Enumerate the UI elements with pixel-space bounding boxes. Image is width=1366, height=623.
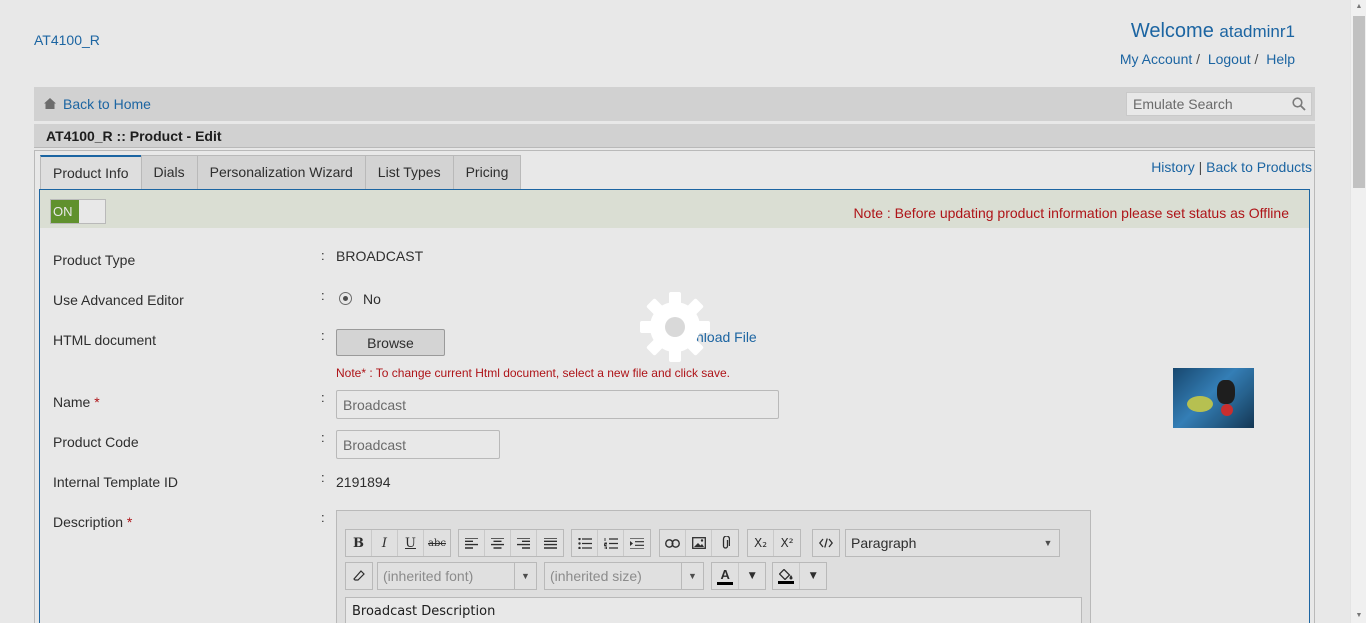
vertical-scrollbar[interactable]: ▲ ▼ [1350, 0, 1366, 623]
scroll-down-icon[interactable]: ▼ [1351, 609, 1366, 623]
loading-gear-icon [640, 292, 710, 362]
page: AT4100_R Welcome atadminr1 My Account / … [0, 0, 1350, 623]
scrollbar-thumb[interactable] [1353, 16, 1365, 188]
scroll-up-icon[interactable]: ▲ [1351, 0, 1366, 14]
